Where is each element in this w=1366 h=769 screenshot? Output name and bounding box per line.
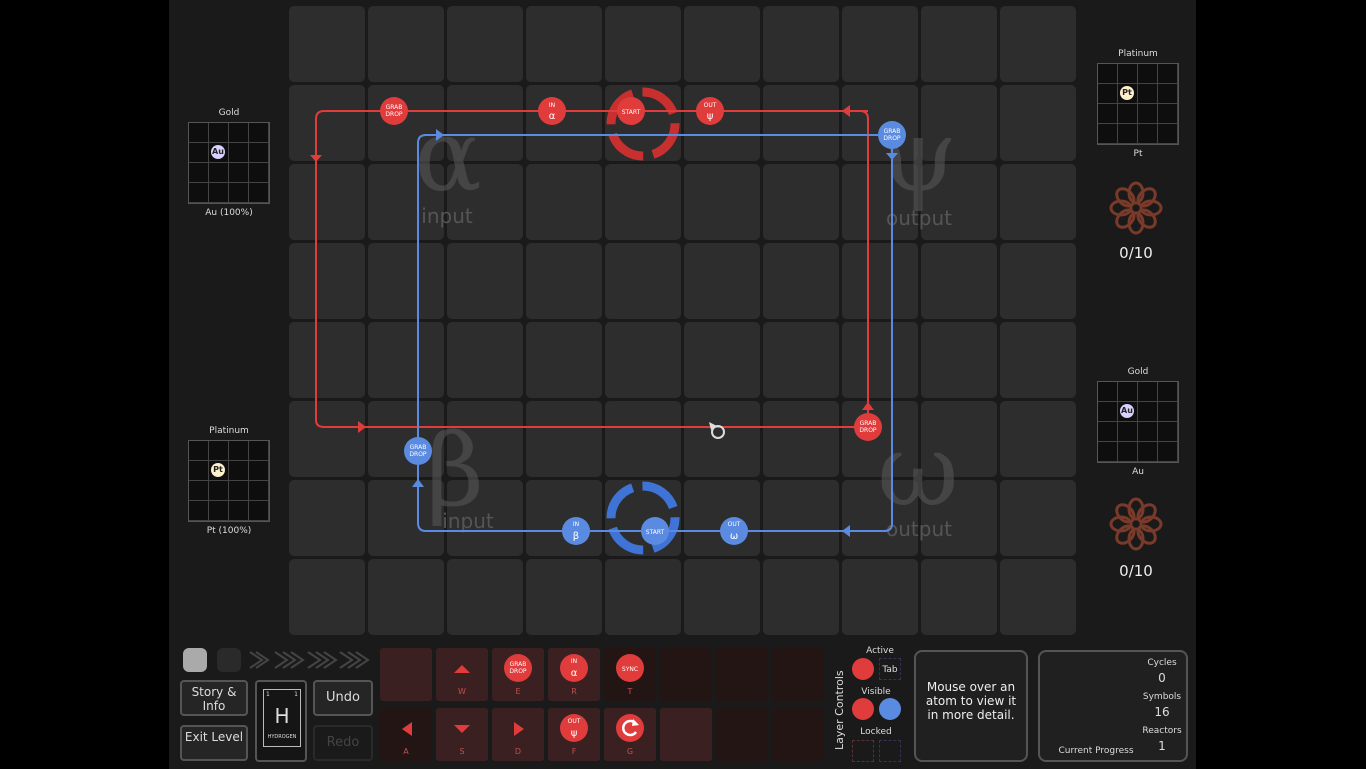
blue-arrow-left	[842, 525, 850, 537]
svg-text:DROP: DROP	[859, 427, 877, 434]
blue-grab-drop-1[interactable]: GRAB DROP	[878, 121, 906, 149]
layer-active-label: Active	[866, 646, 894, 656]
palette-slot[interactable]	[380, 648, 432, 701]
palette-slot[interactable]	[772, 708, 824, 761]
visible-blue-toggle[interactable]	[879, 698, 901, 720]
psi-zone-label: output	[886, 206, 952, 230]
red-arrow-down	[310, 155, 322, 162]
blue-in-beta[interactable]: IN β	[562, 517, 590, 545]
blue-start-ring	[606, 481, 680, 555]
redo-button[interactable]: Redo	[313, 725, 373, 761]
cycles-label: Cycles	[1147, 658, 1177, 668]
palette-slot[interactable]	[492, 648, 544, 701]
red-start[interactable]: START	[617, 97, 645, 125]
svg-text:START: START	[646, 529, 665, 536]
palette-slot[interactable]	[604, 708, 656, 761]
blue-out-omega[interactable]: OUT ω	[720, 517, 748, 545]
element-symbol: H	[274, 704, 290, 728]
stats-panel: Cycles 0 Symbols 16 Reactors 1 Current P…	[1038, 650, 1188, 762]
undo-button[interactable]: Undo	[313, 680, 373, 716]
palette-slot[interactable]	[492, 708, 544, 761]
locked-red-toggle[interactable]	[852, 740, 874, 762]
beta-zone-label: input	[442, 509, 494, 533]
red-start-ring	[606, 87, 680, 161]
omega-zone-label: output	[886, 517, 952, 541]
layer-locked-label: Locked	[860, 727, 892, 737]
palette-slot[interactable]	[716, 648, 768, 701]
story-info-button[interactable]: Story & Info	[180, 680, 248, 716]
palette-slot[interactable]	[716, 708, 768, 761]
locked-blue-toggle[interactable]	[879, 740, 901, 762]
red-arrow-up	[862, 402, 874, 410]
svg-text:IN: IN	[549, 102, 555, 109]
palette-slot[interactable]	[772, 648, 824, 701]
reactors-label: Reactors	[1142, 726, 1182, 736]
mouse-cursor-icon	[709, 422, 725, 439]
svg-text:DROP: DROP	[883, 135, 901, 142]
svg-text:DROP: DROP	[385, 111, 403, 118]
blue-waldo-path	[417, 134, 893, 532]
cycles-value: 0	[1158, 671, 1166, 685]
svg-text:GRAB: GRAB	[386, 104, 403, 111]
red-in-alpha[interactable]: IN α	[538, 97, 566, 125]
palette-slot[interactable]	[548, 648, 600, 701]
tab-key-button[interactable]: Tab	[879, 658, 901, 680]
exit-level-button[interactable]: Exit Level	[180, 725, 248, 761]
palette-slot[interactable]	[436, 708, 488, 761]
red-grab-drop-1[interactable]: GRAB DROP	[380, 97, 408, 125]
hint-text: Mouse over an atom to view it in more de…	[925, 680, 1017, 722]
red-out-psi[interactable]: OUT ψ	[696, 97, 724, 125]
element-tile[interactable]: 1 1 H HYDROGEN	[255, 680, 307, 762]
current-progress-label: Current Progress	[1058, 746, 1134, 756]
svg-text:ψ: ψ	[707, 111, 714, 122]
svg-text:GRAB: GRAB	[410, 444, 427, 451]
svg-text:IN: IN	[573, 521, 579, 528]
red-waldo-path	[315, 110, 869, 428]
svg-text:ω: ω	[730, 531, 738, 542]
symbols-value: 16	[1154, 705, 1170, 719]
stop-button[interactable]	[183, 648, 207, 672]
omega-zone-glyph: ω	[877, 412, 959, 529]
element-number-left: 1	[266, 691, 270, 698]
palette-slot[interactable]	[436, 648, 488, 701]
element-name: HYDROGEN	[267, 734, 297, 740]
palette-slot[interactable]	[660, 708, 712, 761]
pause-button[interactable]	[217, 648, 241, 672]
palette-slot[interactable]	[380, 708, 432, 761]
palette-slot[interactable]	[660, 648, 712, 701]
hint-panel: Mouse over an atom to view it in more de…	[914, 650, 1028, 762]
blue-start[interactable]: START	[641, 517, 669, 545]
svg-text:START: START	[622, 109, 641, 116]
alpha-zone-glyph: α	[414, 97, 482, 214]
red-grab-drop-2[interactable]: GRAB DROP	[854, 413, 882, 441]
palette-slot[interactable]	[548, 708, 600, 761]
layer-controls-title: Layer Controls	[833, 670, 846, 750]
layer-visible-label: Visible	[861, 687, 891, 697]
svg-text:α: α	[549, 111, 556, 122]
svg-text:DROP: DROP	[409, 451, 427, 458]
svg-text:β: β	[573, 531, 579, 542]
reactors-value: 1	[1158, 739, 1166, 753]
active-red-layer[interactable]	[852, 658, 874, 680]
blue-grab-drop-2[interactable]: GRAB DROP	[404, 437, 432, 465]
palette-slot[interactable]	[604, 648, 656, 701]
svg-text:OUT: OUT	[728, 521, 741, 528]
svg-text:GRAB: GRAB	[884, 128, 901, 135]
alpha-zone-label: input	[421, 204, 473, 228]
svg-text:GRAB: GRAB	[860, 420, 877, 427]
blue-arrow-up	[412, 479, 424, 487]
visible-red-toggle[interactable]	[852, 698, 874, 720]
red-arrow-right	[358, 421, 366, 433]
svg-text:OUT: OUT	[704, 102, 717, 109]
symbols-label: Symbols	[1142, 692, 1182, 702]
element-number-right: 1	[294, 691, 298, 698]
red-arrow-left	[842, 105, 850, 117]
